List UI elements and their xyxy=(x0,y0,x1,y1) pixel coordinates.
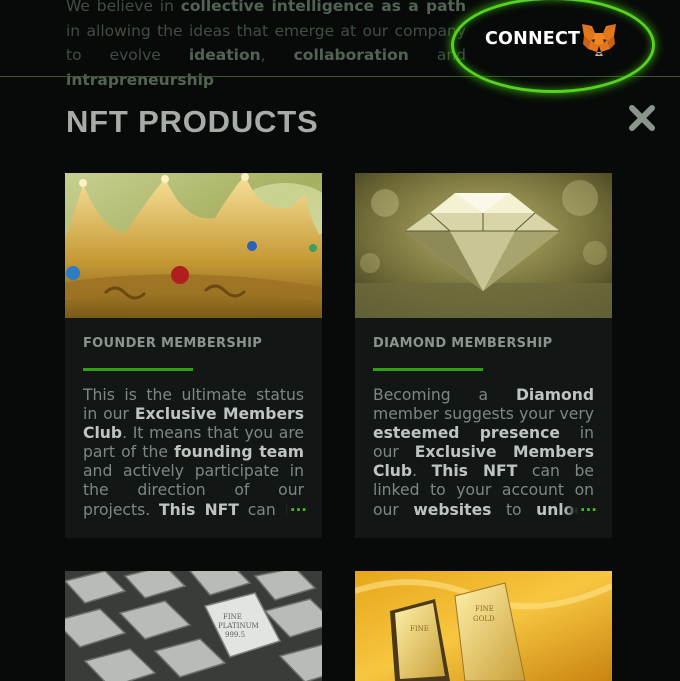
card-accent-bar xyxy=(83,368,193,371)
emphasis-text: collective intelligence as a path xyxy=(180,0,466,15)
metamask-fox-icon[interactable] xyxy=(580,22,618,58)
modal-title: NFT PRODUCTS xyxy=(66,104,319,139)
text-run: Becoming a xyxy=(373,386,516,404)
emphasis-text: ideation xyxy=(188,46,261,64)
svg-text:999.5: 999.5 xyxy=(225,631,245,639)
text-run: to xyxy=(491,500,537,519)
background-intro-text: We believe in collective intelligence as… xyxy=(66,0,466,92)
text-run: member suggests your very xyxy=(373,405,594,424)
platinum-bars-image: FINE PLATINUM 999.5 xyxy=(65,571,322,681)
read-more-link[interactable]: ... xyxy=(563,497,597,515)
svg-text:FINE: FINE xyxy=(475,605,494,613)
text-run: , xyxy=(260,46,294,64)
card-description: This is the ultimate status in our Exclu… xyxy=(83,386,304,520)
nft-card-platinum[interactable]: FINE PLATINUM 999.5 xyxy=(65,571,322,681)
emphasis-text: websites xyxy=(413,500,492,519)
close-icon[interactable] xyxy=(628,103,656,133)
text-run: We believe in xyxy=(66,0,181,15)
read-more-link[interactable]: ... xyxy=(273,497,307,515)
connect-label[interactable]: CONNECT xyxy=(485,29,580,49)
card-name: DIAMOND MEMBERSHIP xyxy=(373,336,553,351)
emphasis-text: collaboration xyxy=(293,46,409,64)
emphasis-text: esteemed presence xyxy=(373,424,560,443)
svg-text:GOLD: GOLD xyxy=(473,615,495,623)
svg-text:FINE: FINE xyxy=(223,613,242,621)
emphasis-text: founding team xyxy=(174,443,304,462)
nft-card-founder[interactable]: FOUNDER MEMBERSHIP This is the ultimate … xyxy=(65,173,322,538)
svg-text:PLATINUM: PLATINUM xyxy=(218,622,259,630)
emphasis-text: intrapreneurship xyxy=(66,70,215,89)
card-description: Becoming a Diamond member suggests your … xyxy=(373,386,594,520)
diamond-image xyxy=(355,173,612,318)
emphasis-text: Diamond xyxy=(515,386,594,404)
nft-card-gold[interactable]: FINE FINE GOLD xyxy=(355,571,612,681)
svg-text:FINE: FINE xyxy=(410,625,429,633)
emphasis-text: This NFT xyxy=(431,462,518,481)
card-name: FOUNDER MEMBERSHIP xyxy=(83,336,263,351)
emphasis-text: This NFT xyxy=(158,500,239,519)
gold-bars-image: FINE FINE GOLD xyxy=(355,571,612,681)
nft-card-diamond[interactable]: DIAMOND MEMBERSHIP Becoming a Diamond me… xyxy=(355,173,612,538)
text-run: . xyxy=(412,462,432,481)
crown-image xyxy=(65,173,322,318)
card-accent-bar xyxy=(373,368,483,371)
